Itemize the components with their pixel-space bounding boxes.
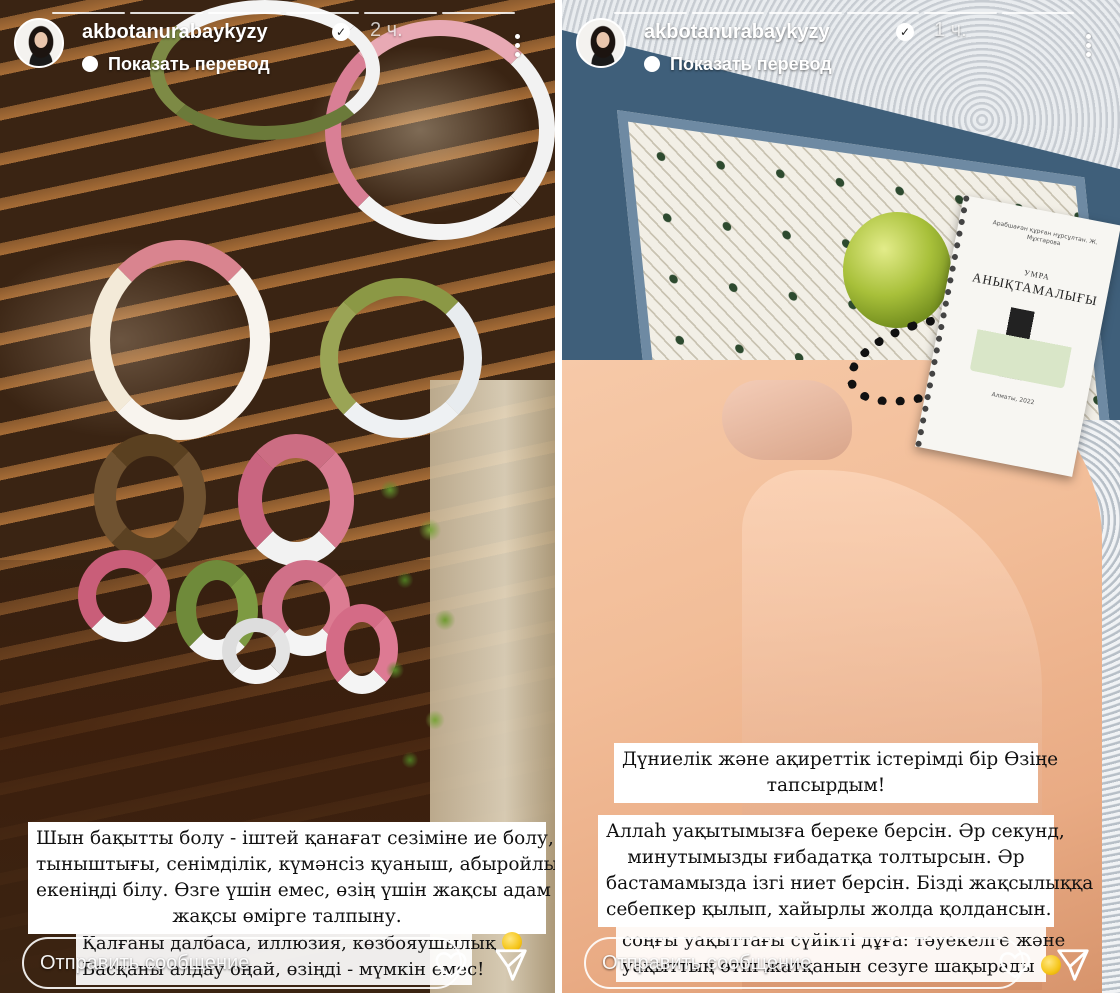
green-apple: [843, 212, 951, 328]
progress-segment: [691, 12, 764, 14]
lampshade: [94, 434, 206, 560]
progress-segment: [52, 12, 125, 14]
show-translation-button[interactable]: Показать перевод: [644, 54, 832, 75]
reply-placeholder: Отправить сообщение: [602, 952, 812, 974]
avatar[interactable]: [576, 18, 626, 68]
caption-line: минутымызды ғибадатқа толтырсын. Әр: [627, 847, 1025, 868]
username[interactable]: akbotanurabaykyzy: [644, 21, 830, 44]
progress-segment: [208, 12, 281, 14]
caption-line: себепкер қылып, хайырлы жолда қолдансын.: [606, 899, 1052, 920]
post-time: 2 ч.: [370, 19, 403, 41]
avatar[interactable]: [14, 18, 64, 68]
lampshade: [90, 240, 270, 440]
story-progress: [614, 12, 1074, 14]
progress-segment: [614, 12, 687, 14]
notebook-top-text: Арабшаған құрған нұрсұлтан. Ж. Мұхтарова: [992, 219, 1099, 248]
show-translation-label: Показать перевод: [108, 54, 270, 74]
progress-segment: [1001, 12, 1074, 14]
send-icon[interactable]: [1054, 946, 1092, 984]
lampshade: [320, 278, 482, 438]
post-time: 1 ч.: [934, 19, 967, 41]
caption-line: тапсырдым!: [766, 775, 886, 796]
show-translation-label: Показать перевод: [670, 54, 832, 74]
more-options-icon[interactable]: [515, 34, 521, 60]
caption-line: жақсы өмірге талпыну.: [172, 906, 402, 927]
story-caption: Аллаһ уақытымызға береке берсін. Әр секу…: [598, 815, 1094, 927]
notebook-bottom-text: Алматы, 2022: [991, 390, 1036, 406]
story-progress: [52, 12, 515, 14]
show-translation-button[interactable]: Показать перевод: [82, 54, 270, 75]
caption-line: Дүниелік және ақиреттік істерімді бір Өз…: [622, 749, 1059, 770]
story-caption: Шын бақытты болу - іштей қанағат сезімін…: [28, 822, 555, 934]
reply-placeholder: Отправить сообщение: [40, 952, 250, 974]
reply-input[interactable]: Отправить сообщение: [584, 937, 1024, 989]
progress-segment: [442, 12, 515, 14]
caption-line: екеніңді білу. Өзге үшін емес, өзің үшін…: [36, 880, 555, 901]
caption-line: Аллаһ уақытымызға береке берсін. Әр секу…: [606, 821, 1065, 842]
progress-segment: [364, 12, 437, 14]
story-header: akbotanurabaykyzy ✓ 1 ч. Показать перево…: [576, 18, 1106, 78]
story-caption-top: Дүниелік және ақиреттік істерімді бір Өз…: [614, 743, 1059, 803]
story-header: akbotanurabaykyzy ✓ 2 ч. Показать перево…: [14, 18, 541, 78]
translate-dot-icon: [82, 56, 98, 72]
story-divider: [555, 0, 562, 993]
progress-segment: [769, 12, 842, 14]
lampshade: [238, 434, 354, 566]
progress-segment: [846, 12, 919, 14]
heart-icon[interactable]: [434, 947, 468, 981]
translate-dot-icon: [644, 56, 660, 72]
progress-segment: [286, 12, 359, 14]
caption-line: Шын бақытты болу - іштей қанағат сезімін…: [36, 828, 555, 849]
progress-segment: [924, 12, 997, 14]
story-left[interactable]: akbotanurabaykyzy ✓ 2 ч. Показать перево…: [0, 0, 555, 993]
lampshade: [78, 550, 170, 642]
verified-badge-icon: ✓: [896, 23, 914, 41]
story-right[interactable]: Арабшаған құрған нұрсұлтан. Ж. Мұхтарова…: [562, 0, 1120, 993]
send-icon[interactable]: [492, 946, 530, 984]
reply-input[interactable]: Отправить сообщение: [22, 937, 462, 989]
caption-line: бастамамызда ізгі ниет берсін. Бізді жақ…: [606, 873, 1094, 894]
more-options-icon[interactable]: [1086, 34, 1092, 60]
verified-badge-icon: ✓: [332, 23, 350, 41]
kaaba-illustration: [969, 301, 1078, 389]
caption-line: тыныштығы, сенімділік, күмәнсіз қуаныш, …: [36, 854, 555, 875]
username[interactable]: akbotanurabaykyzy: [82, 21, 268, 44]
progress-segment: [130, 12, 203, 14]
lampshade: [222, 618, 290, 684]
hand: [722, 380, 852, 460]
heart-icon[interactable]: [998, 947, 1032, 981]
hanging-plants: [370, 460, 480, 780]
